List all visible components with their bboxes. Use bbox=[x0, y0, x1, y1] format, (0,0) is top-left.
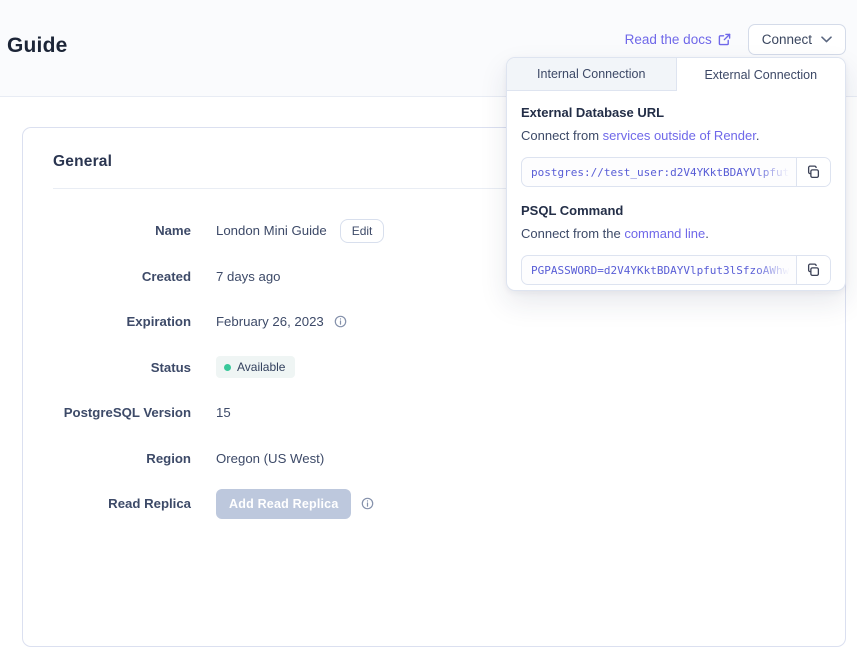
edit-name-button[interactable]: Edit bbox=[340, 219, 385, 243]
copy-psql-command-button[interactable] bbox=[796, 256, 830, 284]
row-read-replica: Read Replica Add Read Replica bbox=[23, 481, 845, 527]
copy-external-url-button[interactable] bbox=[796, 158, 830, 186]
expiration-date: February 26, 2023 bbox=[216, 314, 324, 329]
row-read-replica-label: Read Replica bbox=[23, 496, 191, 511]
row-created-label: Created bbox=[23, 269, 191, 284]
connection-tabs: Internal Connection External Connection bbox=[507, 58, 845, 91]
row-read-replica-value: Add Read Replica bbox=[216, 489, 374, 519]
status-badge: Available bbox=[216, 356, 295, 378]
row-postgresql-version: PostgreSQL Version 15 bbox=[23, 390, 845, 436]
external-database-url-group: postgres://test_user:d2V4YKktBDAYVlpfut3… bbox=[521, 157, 831, 187]
row-status-label: Status bbox=[23, 360, 191, 375]
external-connection-panel: External Database URL Connect from servi… bbox=[507, 91, 845, 299]
description-suffix: . bbox=[756, 128, 760, 143]
status-badge-label: Available bbox=[237, 360, 285, 374]
row-name-label: Name bbox=[23, 223, 191, 238]
services-outside-render-link[interactable]: services outside of Render bbox=[603, 128, 756, 143]
connect-button[interactable]: Connect bbox=[748, 24, 846, 55]
command-line-link[interactable]: command line bbox=[624, 226, 705, 241]
row-expiration-label: Expiration bbox=[23, 314, 191, 329]
description-suffix: . bbox=[705, 226, 709, 241]
row-expiration-value: February 26, 2023 bbox=[216, 314, 347, 329]
psql-command-group: PGPASSWORD=d2V4YKktBDAYVlpfut3lSfzoAWhwb… bbox=[521, 255, 831, 285]
page-title: Guide bbox=[7, 34, 68, 58]
row-status: Status Available bbox=[23, 345, 845, 391]
copy-icon bbox=[806, 263, 821, 278]
row-postgresql-version-label: PostgreSQL Version bbox=[23, 405, 191, 420]
psql-command-heading: PSQL Command bbox=[521, 203, 831, 218]
row-status-value: Available bbox=[216, 356, 295, 378]
row-name-value: London Mini Guide Edit bbox=[216, 219, 384, 243]
row-expiration: Expiration February 26, 2023 bbox=[23, 299, 845, 345]
chevron-down-icon bbox=[821, 36, 832, 43]
row-region-label: Region bbox=[23, 451, 191, 466]
external-database-url-field[interactable]: postgres://test_user:d2V4YKktBDAYVlpfut3… bbox=[522, 158, 796, 186]
read-the-docs-label: Read the docs bbox=[625, 32, 712, 47]
description-text: Connect from bbox=[521, 128, 603, 143]
connect-popover: Internal Connection External Connection … bbox=[506, 57, 846, 291]
connect-button-label: Connect bbox=[762, 32, 812, 47]
description-text: Connect from the bbox=[521, 226, 624, 241]
add-read-replica-button: Add Read Replica bbox=[216, 489, 351, 519]
external-database-url-heading: External Database URL bbox=[521, 105, 831, 120]
row-postgresql-version-value: 15 bbox=[216, 405, 231, 420]
database-name: London Mini Guide bbox=[216, 223, 327, 238]
row-region: Region Oregon (US West) bbox=[23, 436, 845, 482]
row-created-value: 7 days ago bbox=[216, 269, 281, 284]
external-link-icon bbox=[718, 33, 731, 46]
external-database-url-description: Connect from services outside of Render. bbox=[521, 128, 831, 143]
expiration-info-icon[interactable] bbox=[334, 315, 347, 328]
status-available-dot-icon bbox=[224, 364, 231, 371]
tab-external-connection[interactable]: External Connection bbox=[676, 58, 846, 91]
psql-command-field[interactable]: PGPASSWORD=d2V4YKktBDAYVlpfut3lSfzoAWhwb… bbox=[522, 256, 796, 284]
read-the-docs-link[interactable]: Read the docs bbox=[625, 32, 731, 47]
tab-internal-connection[interactable]: Internal Connection bbox=[507, 58, 676, 91]
psql-command-description: Connect from the command line. bbox=[521, 226, 831, 241]
row-region-value: Oregon (US West) bbox=[216, 451, 324, 466]
header-actions: Read the docs Connect bbox=[625, 24, 846, 55]
copy-icon bbox=[806, 165, 821, 180]
read-replica-info-icon[interactable] bbox=[361, 497, 374, 510]
